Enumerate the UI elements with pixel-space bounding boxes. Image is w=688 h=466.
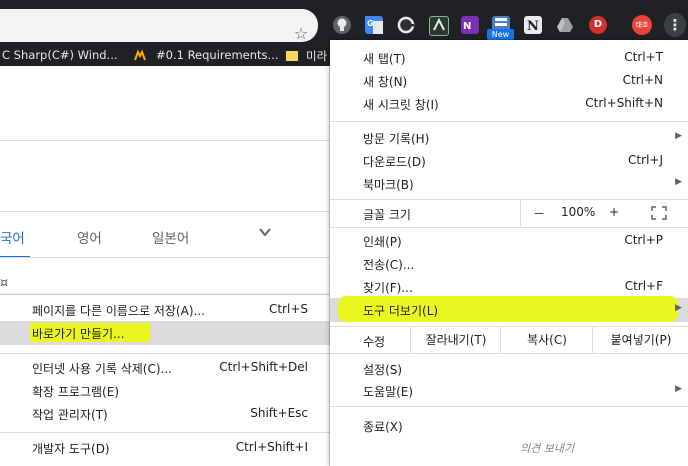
svg-text:G: G	[367, 19, 374, 28]
d-icon[interactable]: D	[589, 16, 607, 34]
cut-button[interactable]: 잘라내기(T)	[410, 327, 501, 353]
menu-kebab-icon[interactable]: ⋮	[664, 13, 686, 37]
menu-item-history[interactable]: 방문 기록(H) ▶	[330, 126, 688, 150]
menu-item-downloads[interactable]: 다운로드(D) Ctrl+J	[330, 149, 688, 173]
zoom-in-button[interactable]: +	[609, 205, 619, 219]
more-tools-submenu: 페이지를 다른 이름으로 저장(A)... Ctrl+S 바로가기 만들기...…	[0, 295, 330, 466]
menu-item-new-tab[interactable]: 새 탭(T) Ctrl+T	[330, 46, 688, 70]
menu-item-exit[interactable]: 종료(X)	[330, 414, 688, 438]
address-bar[interactable]: ☆	[0, 9, 318, 43]
menu-item-new-incognito[interactable]: 새 시크릿 창(I) Ctrl+Shift+N	[330, 92, 688, 116]
divider	[0, 211, 330, 212]
bookmark-item[interactable]: C Sharp(C#) Wind...	[2, 48, 118, 62]
paste-button[interactable]: 붙여넣기(P)	[592, 327, 688, 353]
avatar[interactable]: 태호	[632, 15, 652, 35]
bookmark-star-icon[interactable]: ☆	[292, 25, 310, 43]
menu-separator	[0, 432, 330, 433]
menu-separator	[0, 353, 330, 354]
menu-separator	[330, 121, 688, 122]
menu-item-create-shortcut[interactable]: 바로가기 만들기...	[0, 321, 330, 345]
menu-item-cast[interactable]: 전송(C)...	[330, 252, 688, 276]
svg-text:N: N	[527, 19, 539, 34]
bulb-icon[interactable]	[333, 16, 351, 34]
chevron-down-icon[interactable]	[258, 224, 272, 243]
chevron-right-icon: ▶	[675, 131, 682, 141]
menu-item-new-window[interactable]: 새 창(N) Ctrl+N	[330, 69, 688, 93]
bookmark-favicon-icon	[134, 49, 146, 61]
menu-item-task-manager[interactable]: 작업 관리자(T) Shift+Esc	[0, 402, 330, 426]
zoom-out-button[interactable]: －	[533, 205, 545, 222]
tab-japanese[interactable]: 일본어	[152, 227, 189, 247]
notion-icon[interactable]: N	[524, 16, 542, 34]
copy-button[interactable]: 복사(C)	[500, 327, 593, 353]
menu-item-save-page[interactable]: 페이지를 다른 이름으로 저장(A)... Ctrl+S	[0, 298, 330, 322]
google-translate-icon[interactable]: G	[365, 16, 383, 34]
menu-item-settings[interactable]: 설정(S)	[330, 357, 688, 381]
bookmark-item[interactable]: #0.1 Requirements...	[156, 48, 279, 62]
chevron-right-icon: ▶	[675, 177, 682, 187]
chevron-right-icon: ▶	[675, 384, 682, 394]
menu-item-help[interactable]: 도움말(E) ▶	[330, 379, 688, 403]
folder-icon	[286, 51, 298, 61]
bookmarks-bar: C Sharp(C#) Wind... #0.1 Requirements...…	[0, 44, 330, 66]
bookmark-item[interactable]: 미라	[306, 48, 327, 64]
zoom-controls: － 100% +	[520, 200, 688, 226]
fullscreen-icon[interactable]	[651, 206, 667, 220]
menu-item-clear-browsing-data[interactable]: 인터넷 사용 기록 삭제(C)... Ctrl+Shift+Del	[0, 356, 330, 380]
chevron-right-icon: ▶	[675, 303, 682, 313]
edge-icon[interactable]	[397, 16, 415, 34]
new-badge: New	[487, 29, 514, 40]
menu-separator	[330, 227, 688, 228]
divider	[0, 140, 330, 141]
feedback-link[interactable]: 의견 보내기	[520, 440, 574, 456]
onenote-icon[interactable]: N	[461, 16, 479, 34]
menu-item-extensions[interactable]: 확장 프로그램(E)	[0, 379, 330, 403]
menu-separator	[330, 353, 688, 354]
menu-item-bookmarks[interactable]: 북마크(B) ▶	[330, 172, 688, 196]
divider	[0, 257, 330, 258]
menu-item-dev-tools[interactable]: 개발자 도구(D) Ctrl+Shift+I	[0, 436, 330, 460]
svg-text:N: N	[463, 21, 471, 32]
vim-icon[interactable]	[429, 16, 449, 36]
menu-item-print[interactable]: 인쇄(P) Ctrl+P	[330, 229, 688, 253]
chrome-main-menu: 새 탭(T) Ctrl+T 새 창(N) Ctrl+N 새 시크릿 창(I) C…	[330, 40, 688, 466]
menu-separator	[330, 406, 688, 407]
menu-item-more-tools[interactable]: 도구 더보기(L) ▶	[330, 296, 688, 322]
swap-icon: ¤	[0, 276, 9, 291]
browser-toolbar: ☆ G N New N D 태호 ⋮	[0, 0, 688, 44]
tab-korean[interactable]: 국어	[0, 227, 25, 247]
zoom-level: 100%	[561, 205, 596, 219]
tab-english[interactable]: 영어	[77, 227, 102, 247]
google-drive-icon[interactable]	[556, 16, 574, 34]
